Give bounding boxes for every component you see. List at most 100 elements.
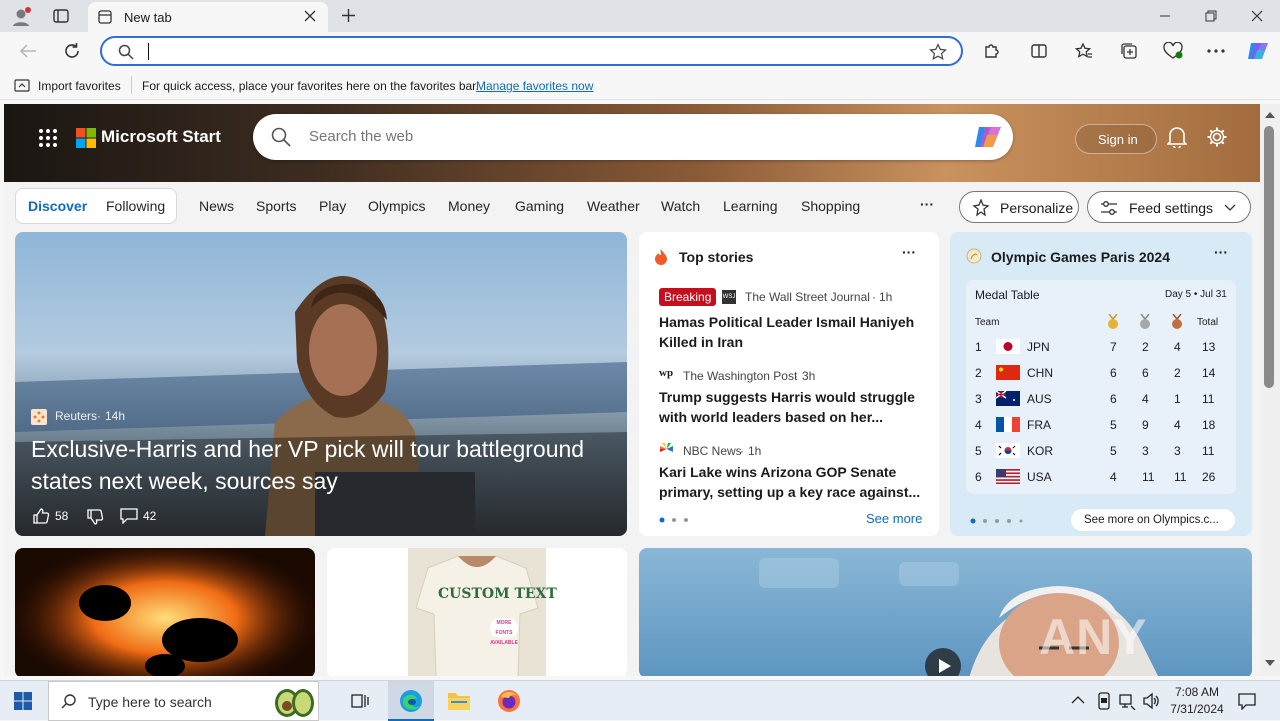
feed-settings-label: Feed settings bbox=[1129, 200, 1214, 216]
story-1-headline[interactable]: Hamas Political Leader Ismail Haniyeh Ki… bbox=[659, 312, 919, 352]
story-3-headline[interactable]: Kari Lake wins Arizona GOP Senate primar… bbox=[659, 462, 921, 502]
copilot-search-icon[interactable] bbox=[973, 123, 1003, 151]
medal-row[interactable]: 1 JPN 7 2 4 13 bbox=[966, 334, 1228, 360]
personalize-label: Personalize bbox=[1000, 200, 1074, 216]
see-more-olympics-button[interactable]: See more on Olympics.c... bbox=[1071, 509, 1235, 531]
network-icon[interactable] bbox=[1118, 692, 1136, 710]
split-screen-icon[interactable] bbox=[1030, 42, 1048, 60]
tray-device-icon[interactable] bbox=[1096, 692, 1112, 710]
address-input[interactable] bbox=[148, 43, 151, 60]
tab-news[interactable]: News bbox=[199, 198, 234, 214]
refresh-icon[interactable] bbox=[63, 42, 81, 60]
tab-shopping[interactable]: Shopping bbox=[801, 198, 860, 214]
more-fonts-badge: MORE FONTS AVAILABLE bbox=[490, 618, 518, 646]
web-search-input[interactable]: Search the web bbox=[309, 128, 413, 145]
clock-date[interactable]: 7/31/2024 bbox=[1165, 702, 1229, 716]
dislike-icon[interactable] bbox=[86, 508, 104, 526]
olympics-carousel-dots[interactable] bbox=[970, 518, 1026, 524]
tab-weather[interactable]: Weather bbox=[587, 198, 640, 214]
back-icon[interactable] bbox=[19, 43, 37, 59]
team-code: USA bbox=[1027, 470, 1052, 484]
olympics-more-icon[interactable]: ··· bbox=[1214, 244, 1228, 260]
scroll-up-icon[interactable] bbox=[1265, 112, 1275, 118]
tab-play[interactable]: Play bbox=[319, 198, 346, 214]
close-tab-icon[interactable] bbox=[304, 10, 316, 22]
profile-icon[interactable] bbox=[10, 6, 32, 28]
video-story-card[interactable]: ANY RUN bbox=[639, 548, 1252, 676]
breaking-badge: Breaking bbox=[659, 288, 717, 306]
tab-gaming[interactable]: Gaming bbox=[515, 198, 564, 214]
comment-icon[interactable] bbox=[120, 508, 138, 524]
play-video-icon[interactable] bbox=[925, 648, 961, 676]
file-explorer-icon[interactable] bbox=[447, 690, 471, 712]
chevron-down-icon bbox=[1224, 204, 1236, 212]
rank: 2 bbox=[975, 366, 982, 380]
like-icon[interactable] bbox=[32, 507, 50, 525]
see-more-stories-link[interactable]: See more bbox=[866, 511, 922, 526]
notifications-bell-icon[interactable] bbox=[1167, 126, 1187, 148]
total-count: 14 bbox=[1202, 366, 1216, 380]
page-scrollbar[interactable] bbox=[1260, 104, 1280, 676]
tray-chevron-up-icon[interactable] bbox=[1071, 695, 1085, 705]
total-count: 11 bbox=[1202, 392, 1215, 406]
tab-following[interactable]: Following bbox=[106, 198, 165, 214]
taskbar-edge-button[interactable] bbox=[388, 681, 434, 721]
more-tabs-button[interactable]: ··· bbox=[920, 196, 934, 212]
story-2-headline[interactable]: Trump suggests Harris would struggle wit… bbox=[659, 387, 921, 427]
scroll-down-icon[interactable] bbox=[1265, 660, 1275, 666]
personalize-button[interactable]: Personalize bbox=[959, 191, 1079, 223]
tab-learning[interactable]: Learning bbox=[723, 198, 778, 214]
medal-row[interactable]: 6 USA 4 11 11 26 bbox=[966, 464, 1228, 490]
taskbar-search-box[interactable]: Type here to search bbox=[48, 681, 319, 721]
address-bar[interactable] bbox=[100, 36, 963, 66]
like-count: 58 bbox=[55, 509, 69, 523]
extensions-icon[interactable] bbox=[982, 42, 1000, 60]
firefox-icon[interactable] bbox=[497, 689, 521, 713]
custom-shirt-ad-card[interactable]: CUSTOM TEXT MORE FONTS AVAILABLE bbox=[327, 548, 627, 676]
collections-icon[interactable] bbox=[1120, 42, 1138, 60]
favorites-icon[interactable] bbox=[1075, 42, 1093, 60]
settings-more-icon[interactable] bbox=[1207, 49, 1225, 53]
brand-name: Microsoft Start bbox=[101, 127, 221, 146]
story-3-source: NBC News bbox=[683, 444, 742, 458]
hero-headline[interactable]: Exclusive-Harris and her VP pick will to… bbox=[31, 433, 591, 497]
medal-row[interactable]: 3 AUS 6 4 1 11 bbox=[966, 386, 1228, 412]
medal-row[interactable]: 5 KOR 5 3 3 11 bbox=[966, 438, 1228, 464]
browser-essentials-icon[interactable] bbox=[1163, 42, 1183, 60]
medal-row[interactable]: 4 FRA 5 9 4 18 bbox=[966, 412, 1228, 438]
tab-money[interactable]: Money bbox=[448, 198, 490, 214]
windows-start-icon[interactable] bbox=[14, 692, 32, 710]
import-favorites-button[interactable]: Import favorites bbox=[38, 79, 121, 93]
close-window-icon[interactable] bbox=[1251, 10, 1263, 22]
tab-olympics[interactable]: Olympics bbox=[368, 198, 426, 214]
medal-row[interactable]: 2 CHN 6 6 2 14 bbox=[966, 360, 1228, 386]
clock-time[interactable]: 7:08 AM bbox=[1172, 685, 1222, 699]
scroll-thumb[interactable] bbox=[1264, 126, 1274, 388]
page-settings-gear-icon[interactable] bbox=[1206, 126, 1228, 148]
new-tab-button[interactable] bbox=[341, 8, 356, 23]
tab-new-tab[interactable]: New tab bbox=[88, 2, 328, 32]
favorite-star-icon[interactable] bbox=[929, 43, 947, 61]
tab-sports[interactable]: Sports bbox=[256, 198, 296, 214]
top-stories-more-icon[interactable]: ··· bbox=[902, 244, 916, 260]
gold-count: 6 bbox=[1110, 392, 1117, 406]
task-view-icon[interactable] bbox=[351, 692, 369, 710]
tab-actions-icon[interactable] bbox=[53, 8, 69, 24]
hero-story-card[interactable]: Reuters · 14h Exclusive-Harris and her V… bbox=[15, 232, 627, 536]
carousel-dots[interactable] bbox=[659, 517, 691, 523]
sign-in-button[interactable]: Sign in bbox=[1075, 124, 1157, 154]
web-search-box[interactable]: Search the web bbox=[253, 114, 1013, 160]
copilot-icon[interactable] bbox=[1246, 40, 1270, 62]
black-hole-story-card[interactable] bbox=[15, 548, 315, 676]
manage-favorites-link[interactable]: Manage favorites now bbox=[476, 79, 593, 93]
notification-center-icon[interactable] bbox=[1238, 692, 1256, 710]
medal-table[interactable]: Medal Table Day 5 • Jul 31 Team Total 1 … bbox=[966, 280, 1236, 494]
feed-settings-button[interactable]: Feed settings bbox=[1087, 191, 1251, 223]
bronze-count: 1 bbox=[1174, 392, 1181, 406]
tab-discover[interactable]: Discover bbox=[28, 198, 87, 214]
minimize-icon[interactable] bbox=[1159, 10, 1171, 22]
tab-watch[interactable]: Watch bbox=[661, 198, 700, 214]
volume-icon[interactable] bbox=[1142, 692, 1160, 710]
app-launcher-icon[interactable] bbox=[38, 128, 58, 148]
restore-icon[interactable] bbox=[1205, 10, 1217, 22]
